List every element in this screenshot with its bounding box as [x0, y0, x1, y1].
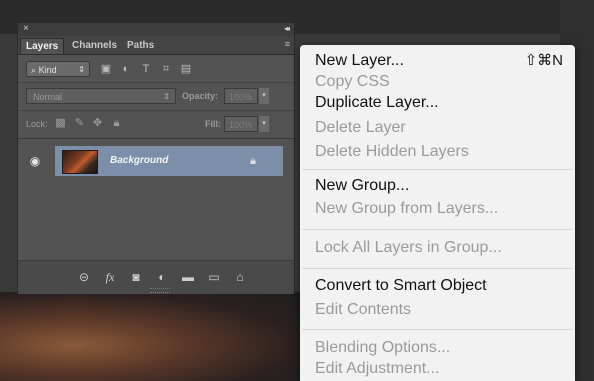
search-icon: ⌕: [31, 65, 37, 75]
lock-all-icon[interactable]: 🔒︎: [110, 117, 123, 130]
panel-titlebar: × ◂◂: [18, 23, 294, 36]
collapse-icon[interactable]: ◂◂: [284, 23, 290, 35]
blend-row: Normal ⇕ Opacity: 100% ▾: [18, 84, 294, 111]
smart-object-filter-icon[interactable]: ▤: [180, 63, 192, 75]
lock-row: Lock: ▩ ✎ ✥ 🔒︎ Fill: 100% ▾: [18, 112, 294, 139]
type-filter-icon[interactable]: T: [140, 63, 152, 75]
canvas-photo: [0, 292, 300, 381]
tab-channels[interactable]: Channels: [67, 38, 122, 54]
fill-input[interactable]: 100%: [224, 116, 258, 132]
menu-item-lock-all-layers[interactable]: Lock All Layers in Group...: [315, 238, 502, 258]
layer-list: ◉ Background 🔒︎: [18, 140, 294, 258]
layer-row[interactable]: ◉ Background 🔒︎: [18, 146, 294, 176]
adjustment-layer-icon[interactable]: ◐: [154, 269, 170, 285]
kind-filter-label: Kind: [38, 65, 57, 75]
menu-item-new-group-from-layers[interactable]: New Group from Layers...: [315, 199, 498, 219]
chevron-down-icon[interactable]: ▾: [259, 116, 269, 132]
link-layers-icon[interactable]: ⊝: [76, 269, 92, 285]
image-filter-icon[interactable]: ▣: [100, 63, 112, 75]
lock-icon[interactable]: 🔒︎: [247, 154, 259, 168]
menu-item-delete-hidden-layers[interactable]: Delete Hidden Layers: [315, 142, 469, 162]
menu-item-blending-options[interactable]: Blending Options...: [315, 338, 450, 358]
close-icon[interactable]: ×: [23, 23, 29, 35]
folder-icon[interactable]: ▬: [180, 269, 196, 285]
opacity-input[interactable]: 100%: [224, 88, 258, 104]
add-mask-icon[interactable]: ◙: [128, 269, 144, 285]
fill-label: Fill:: [205, 119, 221, 129]
panel-tabs: Layers Channels Paths ≡: [18, 36, 294, 55]
lock-brush-icon[interactable]: ✎: [73, 117, 86, 130]
menu-item-convert-smart-object[interactable]: Convert to Smart Object: [315, 276, 487, 296]
lock-label: Lock:: [26, 119, 48, 129]
menu-item-new-layer[interactable]: New Layer...: [315, 51, 404, 71]
menu-separator: [302, 329, 573, 330]
resize-grip[interactable]: [150, 288, 170, 293]
menu-separator: [302, 268, 573, 269]
adjustment-filter-icon[interactable]: ◐: [120, 63, 132, 75]
select-arrow-icon: ⇕: [163, 92, 170, 101]
kind-filter-select[interactable]: ⌕ Kind ⇕: [26, 61, 90, 77]
shape-filter-icon[interactable]: ⌗: [160, 63, 172, 75]
shortcut-new-layer: ⇧⌘N: [524, 52, 563, 69]
layer-name[interactable]: Background: [110, 155, 168, 166]
context-menu: New Layer... ⇧⌘N Copy CSS Duplicate Laye…: [300, 45, 575, 381]
layer-thumbnail[interactable]: [62, 150, 98, 174]
tab-paths[interactable]: Paths: [122, 38, 159, 54]
filter-row: ⌕ Kind ⇕ ▣ ◐ T ⌗ ▤: [18, 58, 294, 83]
menu-separator: [302, 229, 573, 230]
new-layer-icon[interactable]: ▭: [206, 269, 222, 285]
chevron-down-icon[interactable]: ▾: [259, 88, 269, 104]
select-arrow-icon: ⇕: [78, 65, 85, 74]
panel-menu-icon[interactable]: ≡: [285, 39, 290, 49]
fx-icon[interactable]: fx: [102, 269, 118, 285]
eye-icon[interactable]: ◉: [28, 154, 42, 168]
lock-transparency-icon[interactable]: ▩: [54, 117, 67, 130]
menu-item-delete-layer[interactable]: Delete Layer: [315, 118, 406, 138]
blend-mode-select[interactable]: Normal ⇕: [26, 88, 176, 104]
blend-mode-value: Normal: [33, 92, 63, 102]
menu-item-edit-contents[interactable]: Edit Contents: [315, 300, 411, 320]
menu-item-new-group[interactable]: New Group...: [315, 176, 409, 196]
trash-icon[interactable]: ⌂: [232, 269, 248, 285]
layers-panel: × ◂◂ Layers Channels Paths ≡ ⌕ Kind ⇕ ▣ …: [17, 22, 295, 294]
menu-separator: [302, 169, 573, 170]
menu-item-copy-css[interactable]: Copy CSS: [315, 72, 390, 92]
panel-footer: ⊝ fx ◙ ◐ ▬ ▭ ⌂: [18, 260, 294, 294]
menu-item-edit-adjustment[interactable]: Edit Adjustment...: [315, 359, 440, 379]
menu-item-duplicate-layer[interactable]: Duplicate Layer...: [315, 93, 439, 113]
opacity-label: Opacity:: [182, 91, 219, 101]
lock-move-icon[interactable]: ✥: [91, 117, 104, 130]
tab-layers[interactable]: Layers: [20, 38, 65, 54]
